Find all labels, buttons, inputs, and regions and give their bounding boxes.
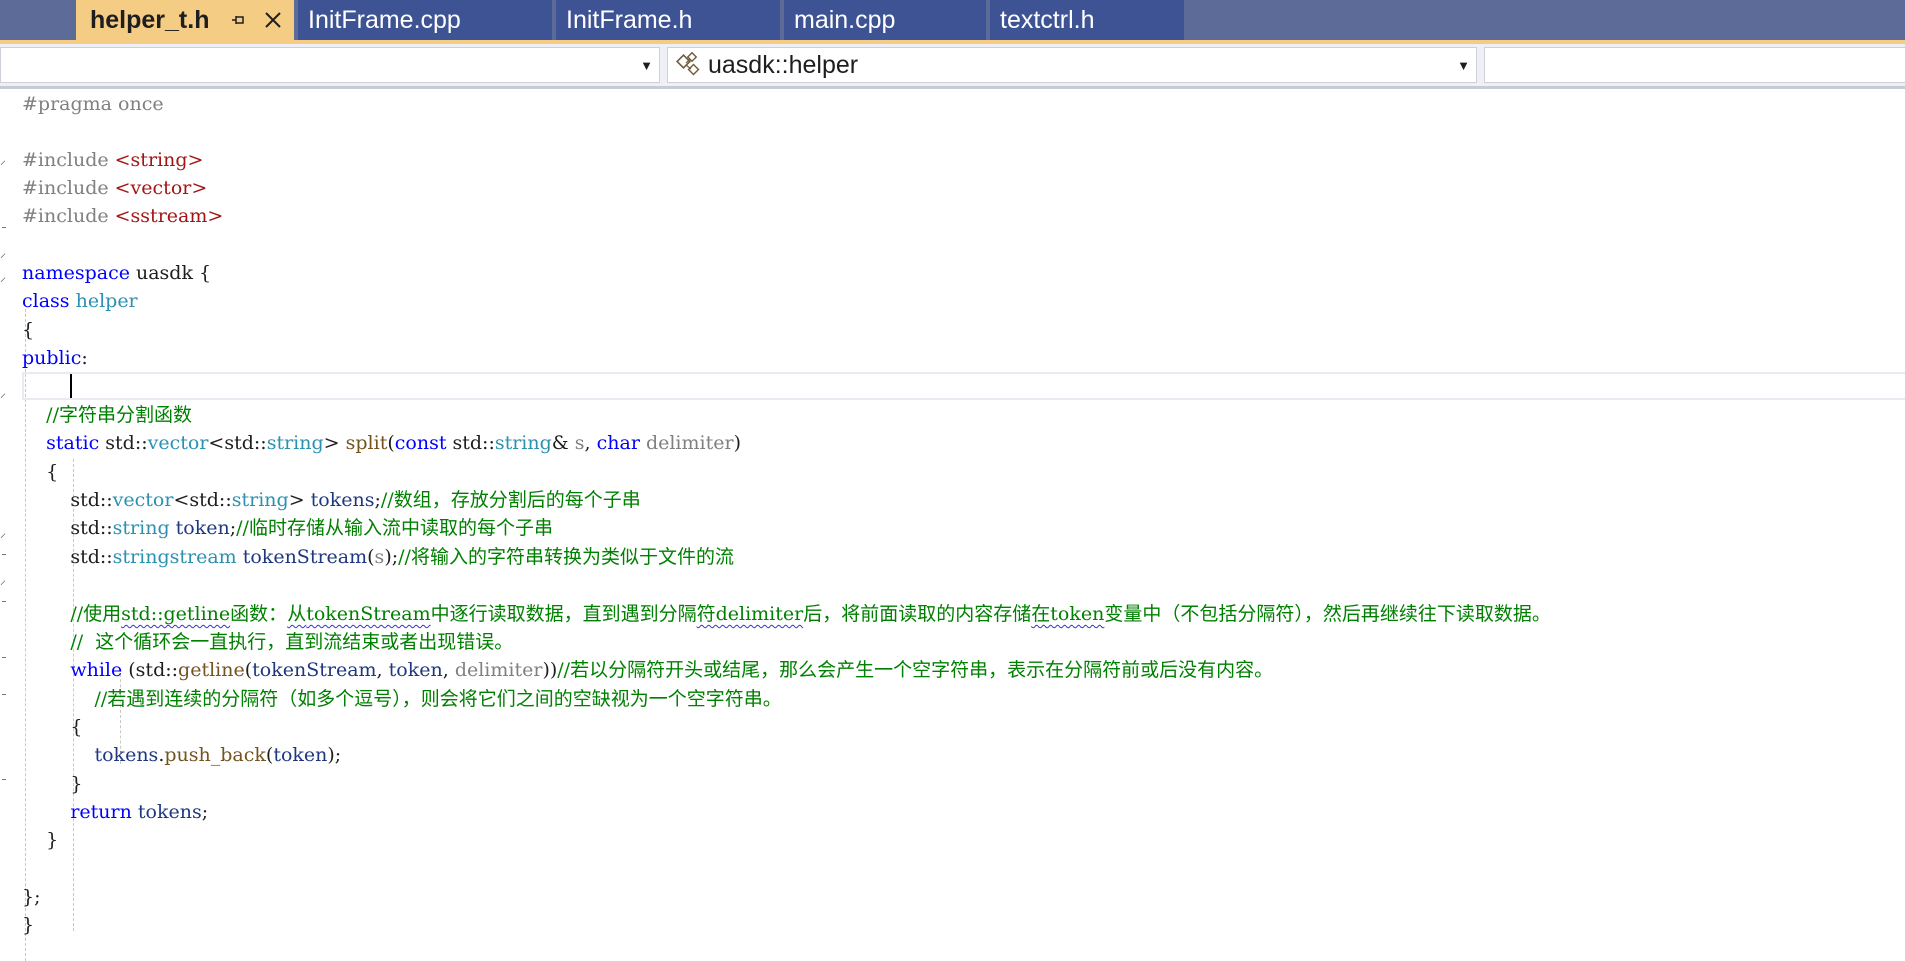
document-tab-strip: helper_t.h InitFrame.cpp InitFrame.h mai… (0, 0, 1905, 40)
tab-label: InitFrame.h (566, 5, 693, 34)
tab-initframe-cpp[interactable]: InitFrame.cpp (298, 0, 554, 40)
code-line-1: #pragma once (22, 93, 164, 115)
tab-helper-t-h[interactable]: helper_t.h (76, 0, 296, 40)
tab-label: textctrl.h (1000, 5, 1095, 34)
tab-label: InitFrame.cpp (308, 5, 461, 34)
code-line-27: } (22, 829, 59, 851)
outline-marker[interactable]: ⸝ (0, 271, 8, 283)
member-dropdown[interactable] (1484, 47, 1905, 83)
outline-end (2, 601, 6, 602)
outline-end (2, 694, 6, 695)
class-icon (676, 51, 704, 79)
code-line-22: //若遇到连续的分隔符（如多个逗号），则会将它们之间的空缺视为一个空字符串。 (94, 688, 782, 710)
code-line-19: //使用std::getline函数：从tokenStream中逐行读取数据，直… (70, 603, 1551, 625)
code-line-20: // 这个循环会一直执行，直到流结束或者出现错误。 (70, 631, 514, 653)
scope-dropdown[interactable]: uasdk::helper ▼ (667, 47, 1477, 83)
code-line-14: { (22, 461, 59, 483)
code-line-8: class helper (22, 290, 138, 312)
pin-icon[interactable] (224, 0, 252, 40)
code-line-29: }; (22, 886, 41, 908)
outline-marker[interactable]: ⸝ (0, 387, 8, 399)
outline-end (2, 227, 6, 228)
tab-label: helper_t.h (90, 5, 210, 34)
code-line-10: public: (22, 347, 88, 369)
code-line-3: #include <string> (22, 149, 204, 171)
code-line-26: return tokens; (70, 801, 209, 823)
code-line-17: std::stringstream tokenStream(s);//将输入的字… (22, 546, 734, 568)
tab-textctrl-h[interactable]: textctrl.h (990, 0, 1186, 40)
code-line-12: //字符串分割函数 (46, 404, 192, 426)
project-dropdown[interactable]: ▼ (0, 47, 660, 83)
outline-marker[interactable]: ⸝ (0, 574, 8, 586)
outline-marker[interactable]: ⸝ (0, 527, 8, 539)
code-line-5: #include <sstream> (22, 205, 224, 227)
code-line-15: std::vector<std::string> tokens;//数组，存放分… (22, 489, 641, 511)
code-line-9: { (22, 319, 35, 341)
tab-initframe-h[interactable]: InitFrame.h (556, 0, 782, 40)
chevron-down-icon: ▼ (640, 57, 653, 73)
code-line-21: while (std::getline(tokenStream, token, … (70, 659, 1274, 681)
close-icon[interactable] (258, 0, 288, 40)
scope-dropdown-value: uasdk::helper (708, 50, 859, 79)
outline-marker[interactable]: ⸝ (0, 154, 8, 166)
outline-end (2, 657, 6, 658)
outline-marker[interactable]: ⸝ (0, 247, 8, 259)
code-line-4: #include <vector> (22, 177, 208, 199)
code-line-24: tokens.push_back(token); (94, 744, 342, 766)
tab-main-cpp[interactable]: main.cpp (784, 0, 988, 40)
tab-label: main.cpp (794, 5, 896, 34)
code-line-7: namespace uasdk { (22, 262, 212, 284)
chevron-down-icon: ▼ (1457, 57, 1470, 73)
navigation-bar: ▼ uasdk::helper ▼ (0, 44, 1905, 89)
code-line-16: std::string token;//临时存储从输入流中读取的每个子串 (22, 517, 553, 539)
code-line-23: { (22, 716, 83, 738)
outline-end (2, 554, 6, 555)
code-line-13: static std::vector<std::string> split(co… (46, 432, 741, 454)
outlining-margin: ⸝ ⸝ ⸝ ⸝ ⸝ ⸝ (0, 89, 18, 951)
code-line-30: } (22, 914, 35, 936)
code-line-25: } (22, 773, 83, 795)
code-editor[interactable]: ⸝ ⸝ ⸝ ⸝ ⸝ ⸝ #pragma once #include <strin… (0, 89, 1905, 961)
outline-end (2, 779, 6, 780)
current-line-highlight (22, 372, 1905, 400)
text-caret (70, 374, 72, 398)
